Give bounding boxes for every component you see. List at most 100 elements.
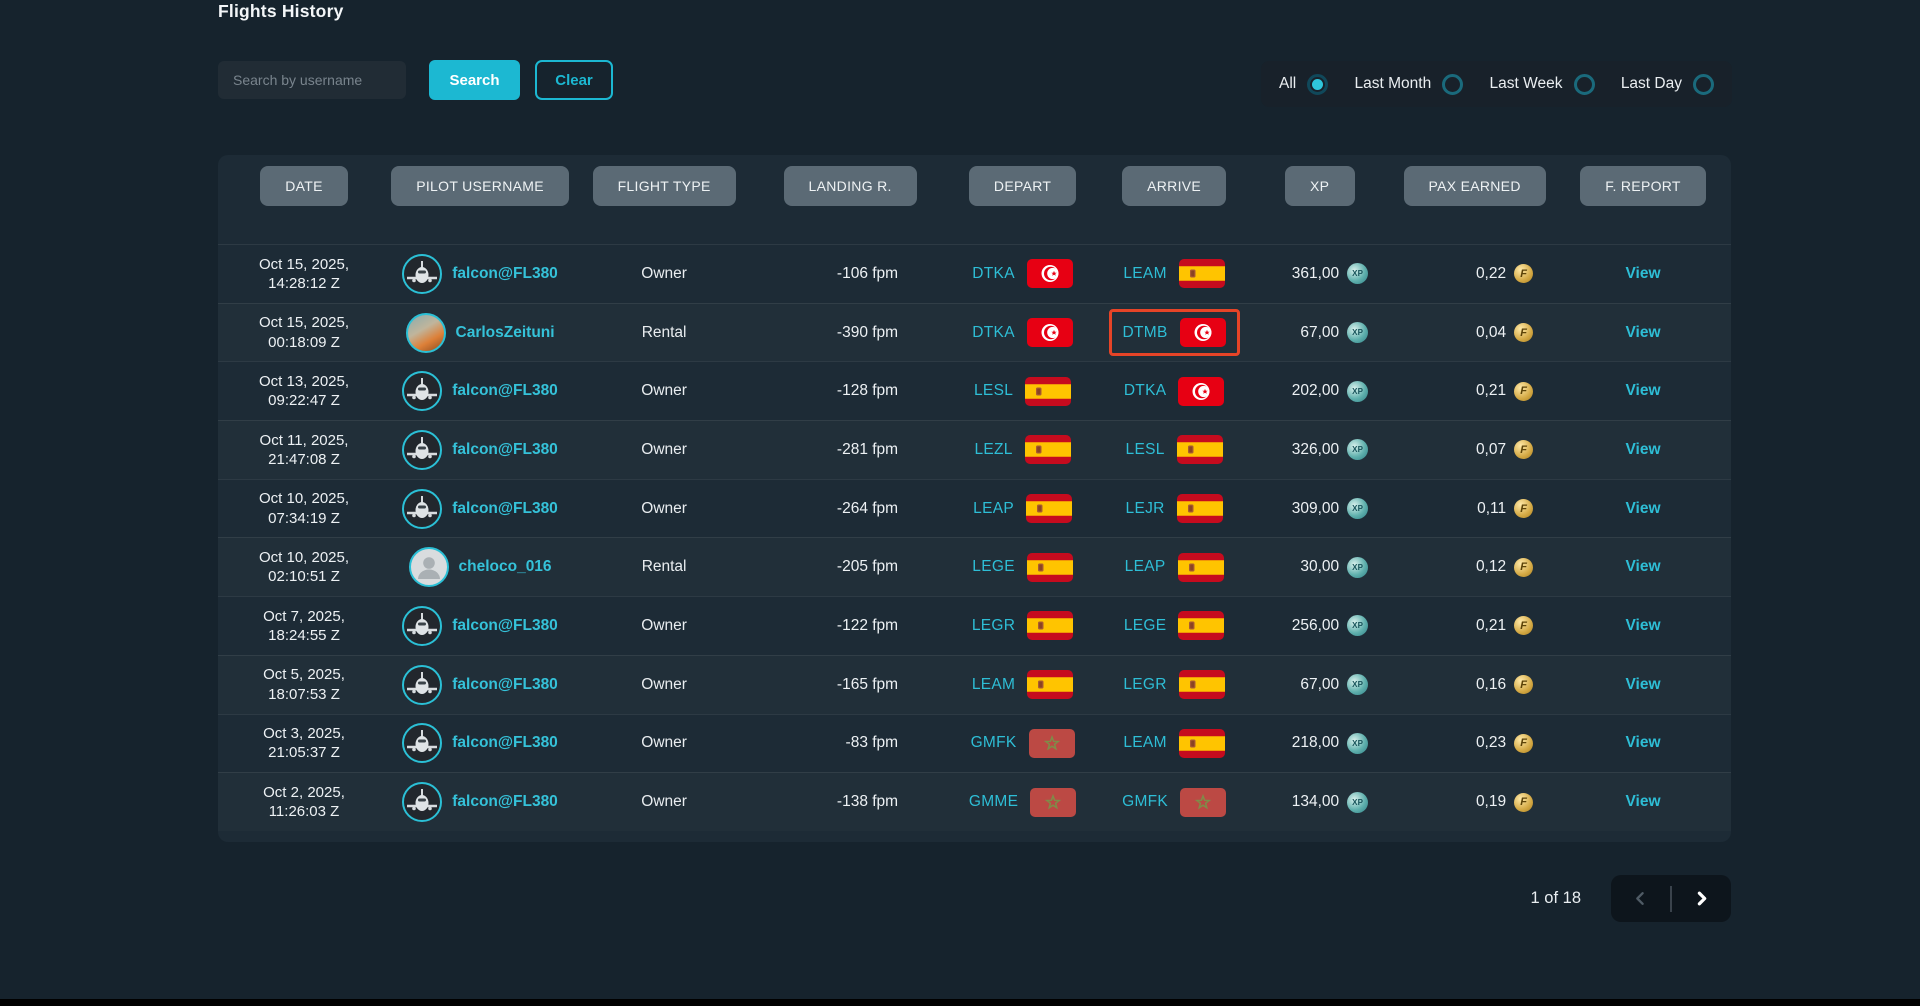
pax-cell: 0,04 F — [1394, 323, 1555, 343]
depart-cell: DTKA — [942, 259, 1103, 289]
filter-last-month[interactable]: Last Month — [1355, 73, 1464, 95]
date-line2: 18:24:55 Z — [268, 626, 340, 644]
radio-unselected-icon[interactable] — [1442, 73, 1464, 95]
pilot-username[interactable]: CarlosZeituni — [456, 324, 555, 342]
view-report-link[interactable]: View — [1625, 324, 1660, 342]
xp-cell: 326,00 XP — [1245, 439, 1394, 461]
date-line1: Oct 5, 2025, — [263, 666, 345, 684]
column-header-flight-type[interactable]: FLIGHT TYPE — [592, 166, 736, 206]
table-row: Oct 10, 2025, 02:10:51 Z cheloco_016 Rental… — [218, 537, 1731, 596]
filter-label: Last Week — [1489, 75, 1563, 92]
pilot-username[interactable]: falcon@FL380 — [452, 500, 558, 518]
date-line1: Oct 10, 2025, — [258, 490, 350, 508]
column-header-arrive[interactable]: ARRIVE — [1122, 166, 1227, 206]
view-report-link[interactable]: View — [1625, 793, 1660, 811]
column-header-date[interactable]: DATE — [260, 166, 348, 206]
column-header-xp[interactable]: XP — [1284, 166, 1355, 206]
spain-flag-icon — [1178, 670, 1225, 700]
xp-value: 67,00 — [1300, 323, 1340, 341]
report-cell: View — [1555, 441, 1731, 459]
view-report-link[interactable]: View — [1625, 734, 1660, 752]
prev-page-button[interactable] — [1628, 886, 1653, 911]
franc-coin-icon: F — [1514, 440, 1534, 460]
airport-group: DTKA — [972, 318, 1073, 348]
depart-cell: LESL — [942, 376, 1103, 406]
arrive-cell: LEAM — [1103, 728, 1245, 758]
pilot-username[interactable]: falcon@FL380 — [452, 265, 558, 283]
depart-cell: LEGE — [942, 552, 1103, 582]
date-line2: 21:47:08 Z — [268, 450, 340, 468]
depart-cell: LEAP — [942, 494, 1103, 524]
pilot-username[interactable]: cheloco_016 — [459, 558, 552, 576]
pilot-cell: cheloco_016 — [390, 547, 570, 588]
view-report-link[interactable]: View — [1625, 676, 1660, 694]
landing-rate-cell: -264 fpm — [836, 499, 899, 517]
airport-group: DTKA — [972, 259, 1073, 289]
avatar — [402, 429, 443, 470]
pax-value: 0,23 — [1475, 734, 1507, 752]
filter-last-day[interactable]: Last Day — [1621, 73, 1714, 95]
column-header-depart[interactable]: DEPART — [968, 166, 1077, 206]
header-cell: PILOT USERNAME — [390, 166, 570, 206]
flight-type-cell: Owner — [641, 440, 687, 458]
column-header-landing-r-[interactable]: LANDING R. — [783, 166, 917, 206]
column-header-f-report[interactable]: F. REPORT — [1580, 166, 1706, 206]
depart-cell: LEZL — [942, 435, 1103, 465]
view-report-link[interactable]: View — [1625, 382, 1660, 400]
column-header-pilot-username[interactable]: PILOT USERNAME — [391, 166, 569, 206]
tunisia-flag-icon — [1179, 318, 1226, 348]
avatar — [402, 253, 443, 294]
person-avatar-icon — [417, 557, 440, 580]
avatar — [402, 488, 443, 529]
airport-group: LEGE — [1124, 611, 1225, 641]
pilot-username[interactable]: falcon@FL380 — [452, 793, 558, 811]
pilot-username[interactable]: falcon@FL380 — [452, 441, 558, 459]
spain-flag-icon — [1024, 435, 1071, 465]
spain-flag-icon — [1025, 376, 1072, 406]
next-page-button[interactable] — [1689, 886, 1714, 911]
morocco-flag-icon — [1030, 787, 1077, 817]
xp-coin-icon: XP — [1347, 322, 1369, 344]
landing-rate-cell: -128 fpm — [836, 382, 899, 400]
filter-last-week[interactable]: Last Week — [1489, 73, 1595, 95]
date-line1: Oct 2, 2025, — [263, 783, 345, 801]
xp-coin-icon: XP — [1347, 615, 1369, 637]
table-row: Oct 10, 2025, 07:34:19 Z falcon@FL380 Owner… — [218, 478, 1731, 538]
xp-value: 361,00 — [1291, 264, 1340, 282]
arrive-cell: LEGR — [1103, 670, 1245, 700]
airport-code: LEGE — [972, 558, 1015, 576]
search-input[interactable] — [218, 61, 406, 99]
pilot-username[interactable]: falcon@FL380 — [452, 676, 558, 694]
pax-cell: 0,12 F — [1394, 557, 1555, 577]
xp-cell: 30,00 XP — [1245, 556, 1394, 578]
column-header-pax-earned[interactable]: PAX EARNED — [1403, 166, 1546, 206]
arrive-cell: LEGE — [1103, 611, 1245, 641]
arrive-cell: LEAP — [1103, 552, 1245, 582]
search-button[interactable]: Search — [429, 60, 520, 100]
airport-group: LESL — [1126, 435, 1223, 465]
filter-all[interactable]: All — [1279, 73, 1329, 95]
xp-coin-icon: XP — [1347, 263, 1369, 285]
airport-group: LEGR — [1123, 670, 1225, 700]
airport-group: LEAM — [972, 670, 1074, 700]
pilot-username[interactable]: falcon@FL380 — [452, 734, 558, 752]
radio-unselected-icon[interactable] — [1573, 73, 1595, 95]
view-report-link[interactable]: View — [1625, 441, 1660, 459]
xp-cell: 361,00 XP — [1245, 263, 1394, 285]
depart-cell: GMFK — [942, 728, 1103, 758]
view-report-link[interactable]: View — [1625, 265, 1660, 283]
landing-rate-cell: -390 fpm — [836, 323, 899, 341]
view-report-link[interactable]: View — [1625, 500, 1660, 518]
pilot-username[interactable]: falcon@FL380 — [452, 382, 558, 400]
morocco-flag-icon — [1028, 728, 1075, 758]
tunisia-flag-icon — [1026, 318, 1073, 348]
view-report-link[interactable]: View — [1625, 617, 1660, 635]
view-report-link[interactable]: View — [1625, 558, 1660, 576]
flight-type-cell: Owner — [641, 793, 687, 811]
date-line1: Oct 10, 2025, — [258, 549, 350, 567]
pilot-username[interactable]: falcon@FL380 — [452, 617, 558, 635]
clear-button[interactable]: Clear — [535, 60, 613, 100]
radio-unselected-icon[interactable] — [1692, 73, 1714, 95]
radio-selected-icon[interactable] — [1307, 73, 1329, 95]
header-cell: FLIGHT TYPE — [570, 166, 758, 206]
